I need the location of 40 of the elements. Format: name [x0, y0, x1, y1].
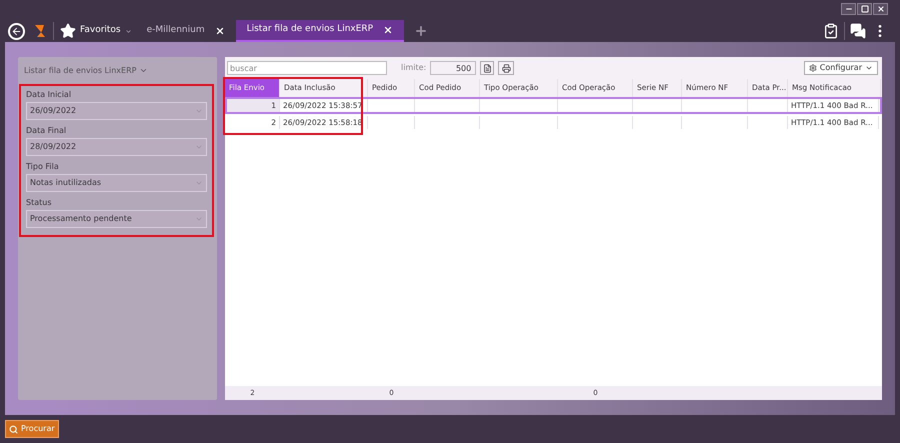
maximize-button[interactable]	[857, 3, 872, 15]
dropdown-field[interactable]: 26/09/2022	[26, 102, 207, 120]
chevron-down-icon	[139, 66, 148, 75]
limit-field[interactable]: 500	[430, 61, 476, 75]
chat-icon[interactable]	[850, 23, 866, 39]
dropdown-field[interactable]: 28/09/2022	[26, 138, 207, 156]
export-button[interactable]	[480, 61, 494, 75]
star-icon	[60, 23, 76, 39]
print-button[interactable]	[498, 61, 514, 75]
close-tab-icon[interactable]	[383, 25, 394, 35]
chevron-down-icon	[195, 107, 203, 115]
close-icon	[876, 5, 884, 13]
dropdown-field[interactable]: Processamento pendente	[26, 210, 207, 228]
new-tab-icon[interactable]	[414, 24, 428, 38]
maximize-icon	[860, 5, 868, 13]
dropdown-field[interactable]: Notas inutilizadas	[26, 174, 207, 192]
field-label: Data Final	[26, 125, 68, 137]
clipboard-check-icon[interactable]	[823, 23, 839, 39]
chevron-down-icon	[195, 143, 203, 151]
logo-icon	[33, 23, 47, 39]
caret-icon	[124, 28, 132, 34]
tab[interactable]: Listar fila de envios LinxERP	[236, 20, 404, 42]
tab[interactable]: e-Millennium	[136, 20, 236, 42]
close-button[interactable]	[873, 3, 888, 15]
minimize-button[interactable]	[841, 3, 856, 15]
close-tab-icon[interactable]	[214, 26, 225, 36]
limit-label: limite:	[401, 62, 426, 74]
printer-icon	[502, 64, 511, 72]
field-label: Status	[26, 197, 52, 209]
gear-icon	[808, 64, 817, 72]
configure-button[interactable]: Configurar	[804, 61, 878, 75]
chevron-down-icon	[195, 179, 203, 187]
search-icon	[9, 424, 18, 434]
chevron-down-icon	[195, 215, 203, 223]
chevron-down-icon	[865, 64, 873, 72]
search-field[interactable]: buscar	[227, 61, 387, 75]
field-label: Data Inicial	[26, 89, 72, 101]
document-icon	[482, 64, 492, 72]
favorites-menu[interactable]: Favoritos	[56, 20, 136, 42]
field-label: Tipo Fila	[26, 161, 60, 173]
